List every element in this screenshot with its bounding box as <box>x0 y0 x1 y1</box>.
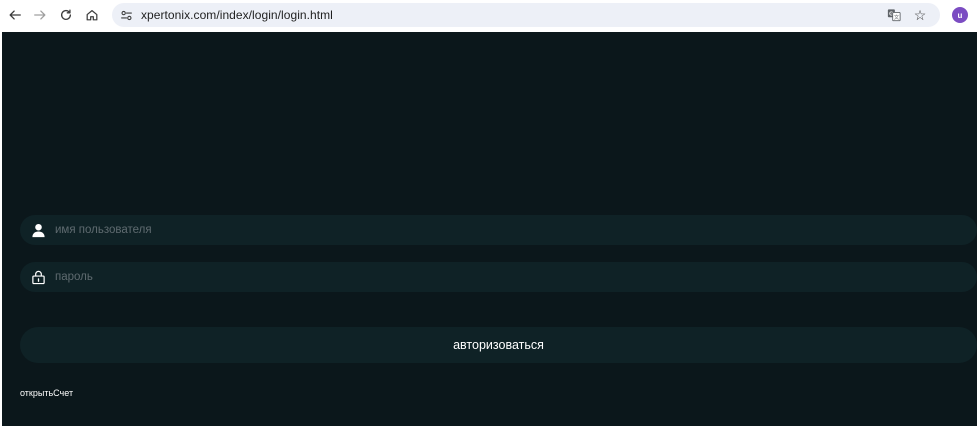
username-field[interactable] <box>20 215 977 245</box>
lock-icon <box>30 268 46 286</box>
password-field[interactable] <box>20 262 977 292</box>
password-input[interactable] <box>55 271 935 283</box>
login-button-label: авторизоваться <box>453 338 544 352</box>
open-account-link[interactable]: открытьСчет <box>20 388 73 398</box>
address-bar[interactable]: xpertonix.com/index/login/login.html G 文… <box>112 3 940 27</box>
url-text[interactable]: xpertonix.com/index/login/login.html <box>141 8 333 22</box>
back-icon[interactable] <box>2 2 28 28</box>
home-icon[interactable] <box>79 2 105 28</box>
browser-toolbar: xpertonix.com/index/login/login.html G 文… <box>0 0 977 31</box>
avatar-letter: u <box>957 10 963 20</box>
site-info-icon[interactable] <box>115 4 137 26</box>
username-input[interactable] <box>55 224 935 236</box>
user-icon <box>30 221 46 239</box>
login-page: авторизоваться открытьСчет <box>2 32 977 426</box>
translate-icon[interactable]: G 文 <box>886 7 902 23</box>
forward-icon[interactable] <box>27 2 53 28</box>
profile-avatar[interactable]: u <box>952 7 968 23</box>
login-button[interactable]: авторизоваться <box>20 327 977 363</box>
svg-text:文: 文 <box>894 13 900 21</box>
reload-icon[interactable] <box>53 2 79 28</box>
bookmark-star-icon[interactable]: ☆ <box>911 6 929 24</box>
